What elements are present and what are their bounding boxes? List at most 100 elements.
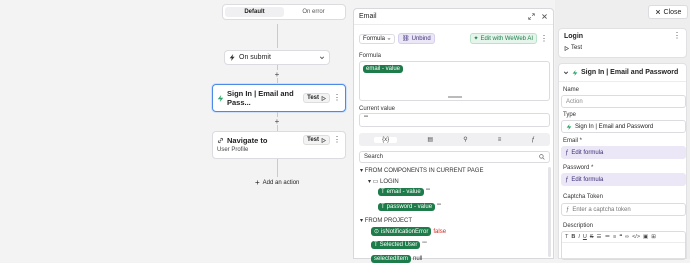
test-label: Test xyxy=(307,137,319,143)
chevron-down-icon[interactable] xyxy=(563,70,569,76)
tab-list-icon[interactable]: ≡ xyxy=(498,137,502,143)
expand-icon[interactable] xyxy=(528,13,535,20)
scrollbar[interactable] xyxy=(548,167,551,257)
tab-variables-icon[interactable]: {x} xyxy=(374,136,398,143)
resize-handle[interactable] xyxy=(448,96,462,98)
supabase-icon xyxy=(566,123,572,130)
action-node-sign-in[interactable]: Sign In | Email and Pass... Test ⋮ xyxy=(212,84,346,112)
close-icon[interactable] xyxy=(541,13,548,20)
tab-function-icon[interactable]: ƒ xyxy=(532,137,535,143)
group-login[interactable]: ▾ ▭ LOGIN xyxy=(368,178,399,185)
action-title: Sign In | Email and Pass... xyxy=(227,89,294,107)
ai-button[interactable]: ✦ Edit with WeWeb AI xyxy=(469,33,537,44)
table-icon[interactable]: ⊞ xyxy=(651,234,656,240)
text-icon-token: T email - value xyxy=(378,188,424,196)
name-label: Name xyxy=(563,87,580,93)
workflow-canvas[interactable]: Default On error On submit + Sign In | E… xyxy=(0,0,352,259)
trigger-node[interactable]: On submit xyxy=(224,50,330,65)
formula-token[interactable]: email - value xyxy=(363,65,404,73)
add-step-plus-icon[interactable]: + xyxy=(273,117,281,126)
description-editor[interactable]: T B I U S ☰ ≔ ≡ ❝ ∞ </> ▣ ⊞ xyxy=(561,231,686,260)
tab-bolt-icon[interactable]: ⚲ xyxy=(463,136,467,143)
login-title: Login xyxy=(564,32,584,40)
underline-icon[interactable]: U xyxy=(583,234,587,240)
function-icon: ƒ xyxy=(565,176,569,183)
selected-item-result: null xyxy=(413,256,423,262)
branch-switch: Default On error xyxy=(222,4,346,20)
login-test-button[interactable]: Test xyxy=(564,45,681,51)
item-selected-item[interactable]: selectedItem null xyxy=(371,255,422,263)
unbind-button[interactable]: ⛓ Unbind xyxy=(398,33,435,44)
add-step-plus-icon[interactable]: + xyxy=(273,70,281,79)
password-formula-field[interactable]: ƒ Edit formula xyxy=(561,173,686,186)
function-icon: ƒ xyxy=(565,149,569,156)
right-panel: Close Login ⋮ Test Sign In | Email and P… xyxy=(555,0,690,260)
more-icon[interactable]: ⋮ xyxy=(540,34,548,43)
current-value-label: Current value xyxy=(359,106,396,112)
name-input[interactable]: Action xyxy=(561,95,686,108)
ai-label: Edit with WeWeb AI xyxy=(480,35,533,42)
test-label: Test xyxy=(307,95,319,101)
add-action-label: Add an action xyxy=(262,179,300,186)
plus-icon: + xyxy=(255,178,260,187)
email-value-label: email - value xyxy=(386,189,421,195)
action-subtitle: User Profile xyxy=(217,147,249,153)
unbind-label: Unbind xyxy=(411,35,431,42)
strikethrough-icon[interactable]: S xyxy=(590,234,594,240)
close-button[interactable]: Close xyxy=(648,5,688,19)
more-icon[interactable]: ⋮ xyxy=(333,136,341,144)
more-icon[interactable]: ⋮ xyxy=(673,32,681,40)
formula-editor[interactable]: email - value xyxy=(359,61,550,101)
type-label: Type xyxy=(563,112,577,118)
chevron-down-icon xyxy=(387,37,391,40)
link-icon[interactable]: ∞ xyxy=(625,234,629,240)
editor-toolbar: T B I U S ☰ ≔ ≡ ❝ ∞ </> ▣ ⊞ xyxy=(562,232,685,243)
section-project[interactable]: ▾ FROM PROJECT xyxy=(360,217,412,224)
selected-item-token: selectedItem xyxy=(371,255,412,263)
add-action-button[interactable]: + Add an action xyxy=(255,178,299,187)
image-icon[interactable]: ▣ xyxy=(643,234,648,240)
numbered-list-icon[interactable]: ≔ xyxy=(604,234,610,240)
test-button[interactable]: Test xyxy=(303,93,330,103)
mode-select[interactable]: Formula xyxy=(359,33,396,44)
text-icon-token: T Selected User xyxy=(371,241,421,249)
code-icon[interactable]: </> xyxy=(632,234,640,240)
search-input[interactable]: Search xyxy=(359,151,550,163)
heading-icon[interactable]: T xyxy=(565,234,568,240)
section-project-label: FROM PROJECT xyxy=(364,218,413,224)
section-components[interactable]: ▾ FROM COMPONENTS IN CURRENT PAGE xyxy=(360,167,483,174)
more-icon[interactable]: ⋮ xyxy=(333,94,341,102)
captcha-input[interactable]: ƒ Enter a captcha token xyxy=(561,203,686,216)
search-placeholder: Search xyxy=(364,154,384,160)
item-selected-user[interactable]: T Selected User "" xyxy=(371,241,427,249)
mode-label: Formula xyxy=(363,35,386,42)
italic-icon[interactable]: I xyxy=(578,234,580,240)
login-workflow-card: Login ⋮ Test xyxy=(558,28,687,58)
align-icon[interactable]: ≡ xyxy=(613,234,616,240)
tab-on-error[interactable]: On error xyxy=(284,7,343,17)
item-notification-error[interactable]: ⊙ isNotificationError false xyxy=(371,227,446,236)
bold-icon[interactable]: B xyxy=(571,234,575,240)
tab-calendar-icon[interactable]: ▤ xyxy=(427,136,433,143)
item-password-value[interactable]: T password - value "" xyxy=(378,203,441,211)
test-button[interactable]: Test xyxy=(303,135,330,145)
email-formula-field[interactable]: ƒ Edit formula xyxy=(561,146,686,159)
email-value-result: "" xyxy=(425,189,430,195)
selected-user-label: Selected User xyxy=(379,242,418,248)
password-value-label: password - value xyxy=(386,204,433,210)
item-email-value[interactable]: T email - value "" xyxy=(378,188,430,196)
chevron-down-icon[interactable] xyxy=(319,55,325,61)
login-test-label: Test xyxy=(571,45,583,51)
play-icon xyxy=(564,45,569,51)
section-components-label: FROM COMPONENTS IN CURRENT PAGE xyxy=(364,168,484,174)
action-node-navigate[interactable]: Navigate to Test ⋮ User Profile xyxy=(212,131,346,159)
bullet-list-icon[interactable]: ☰ xyxy=(597,234,602,240)
quote-icon[interactable]: ❝ xyxy=(619,234,622,240)
popup-title: Email xyxy=(359,13,377,20)
email-field-label: Edit formula xyxy=(571,149,604,156)
type-select[interactable]: Sign In | Email and Password xyxy=(561,120,686,133)
formula-popup: Email Formula ⛓ Unbind ✦ Edit with WeWeb A… xyxy=(353,8,554,263)
tab-default[interactable]: Default xyxy=(225,7,284,17)
description-label: Description xyxy=(563,223,594,229)
play-icon xyxy=(321,137,326,143)
